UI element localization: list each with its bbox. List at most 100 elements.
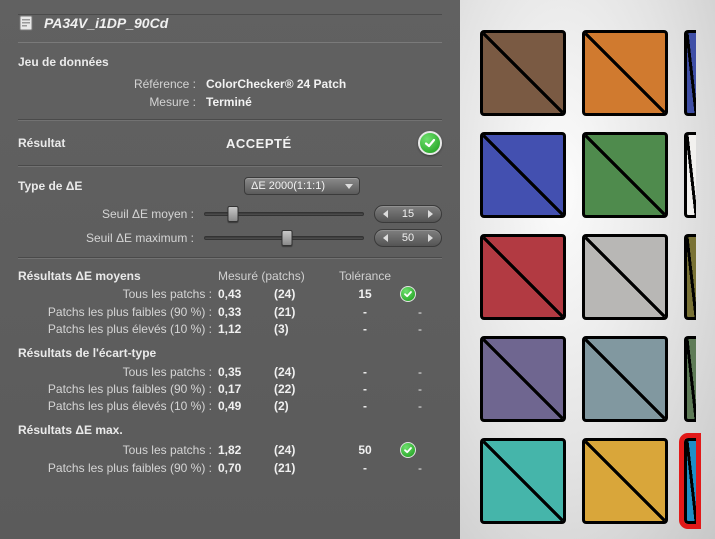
row-count: (24)	[274, 287, 330, 301]
row-label: Patchs les plus faibles (90 %) :	[18, 461, 218, 475]
measure-row: Mesure : Terminé	[18, 95, 442, 109]
avg-heading: Résultats ΔE moyens	[18, 269, 218, 283]
de-type-dropdown[interactable]: ΔE 2000(1:1:1)	[244, 177, 360, 195]
result-row: Patchs les plus élevés (10 %) :0,49(2)--	[18, 399, 442, 413]
color-swatch[interactable]	[684, 30, 696, 116]
document-title: PA34V_i1DP_90Cd	[44, 15, 168, 31]
stepper-increment-icon[interactable]	[428, 210, 433, 218]
properties-panel: PA34V_i1DP_90Cd Jeu de données Référence…	[0, 0, 460, 539]
row-tolerance: 15	[330, 287, 400, 301]
row-status	[400, 442, 440, 458]
row-measured: 0,70	[218, 461, 274, 475]
row-label: Patchs les plus faibles (90 %) :	[18, 305, 218, 319]
row-count: (22)	[274, 382, 330, 396]
row-measured: 0,43	[218, 287, 274, 301]
de-type-label: Type de ΔE	[18, 179, 196, 193]
max-heading: Résultats ΔE max.	[18, 423, 442, 437]
threshold-avg-row: Seuil ΔE moyen : 15	[18, 205, 442, 223]
row-measured: 0,35	[218, 365, 274, 379]
results-header-row: Résultats ΔE moyens Mesuré (patchs) Tolé…	[18, 269, 442, 283]
row-tolerance: -	[330, 365, 400, 379]
result-row: Tous les patchs :1,82(24)50	[18, 442, 442, 458]
row-label: Patchs les plus faibles (90 %) :	[18, 382, 218, 396]
de-type-row: Type de ΔE ΔE 2000(1:1:1)	[18, 177, 442, 195]
threshold-max-value: 50	[398, 232, 418, 244]
color-swatch[interactable]	[684, 438, 696, 524]
row-status: -	[400, 382, 440, 396]
color-swatch[interactable]	[480, 30, 566, 116]
threshold-avg-label: Seuil ΔE moyen :	[18, 207, 194, 221]
swatch-panel	[460, 0, 715, 539]
row-tolerance: 50	[330, 443, 400, 457]
row-count: (24)	[274, 443, 330, 457]
stepper-decrement-icon[interactable]	[383, 234, 388, 242]
check-small-icon	[400, 286, 416, 302]
color-swatch[interactable]	[480, 336, 566, 422]
threshold-avg-value: 15	[398, 208, 418, 220]
check-small-icon	[400, 442, 416, 458]
chevron-down-icon	[345, 184, 353, 189]
measure-label: Mesure :	[18, 95, 196, 109]
reference-row: Référence : ColorChecker® 24 Patch	[18, 77, 442, 91]
color-swatch[interactable]	[684, 234, 696, 320]
color-swatch[interactable]	[582, 30, 668, 116]
row-count: (2)	[274, 399, 330, 413]
row-measured: 0,17	[218, 382, 274, 396]
max-rows: Tous les patchs :1,82(24)50 Patchs les pl…	[18, 442, 442, 475]
row-label: Patchs les plus élevés (10 %) :	[18, 399, 218, 413]
color-swatch[interactable]	[480, 132, 566, 218]
color-swatch[interactable]	[480, 438, 566, 524]
threshold-max-stepper[interactable]: 50	[374, 229, 442, 247]
result-row: Patchs les plus élevés (10 %) :1,12(3)--	[18, 322, 442, 336]
row-tolerance: -	[330, 382, 400, 396]
stepper-decrement-icon[interactable]	[383, 210, 388, 218]
row-label: Tous les patchs :	[18, 365, 218, 379]
dataset-heading: Jeu de données	[18, 55, 442, 69]
row-tolerance: -	[330, 305, 400, 319]
row-status: -	[400, 399, 440, 413]
result-row: Tous les patchs :0,35(24)--	[18, 365, 442, 379]
measure-value: Terminé	[206, 95, 252, 109]
divider	[18, 257, 442, 259]
row-label: Tous les patchs :	[18, 287, 218, 301]
row-tolerance: -	[330, 322, 400, 336]
color-swatch[interactable]	[480, 234, 566, 320]
threshold-max-label: Seuil ΔE maximum :	[18, 231, 194, 245]
slider-thumb[interactable]	[228, 206, 239, 222]
row-count: (3)	[274, 322, 330, 336]
color-swatch[interactable]	[684, 132, 696, 218]
std-heading: Résultats de l'écart-type	[18, 346, 442, 360]
row-label: Patchs les plus élevés (10 %) :	[18, 322, 218, 336]
col-measured: Mesuré (patchs)	[218, 269, 330, 283]
row-status: -	[400, 365, 440, 379]
swatch-grid	[480, 30, 715, 524]
threshold-avg-slider[interactable]	[204, 212, 364, 216]
row-measured: 0,49	[218, 399, 274, 413]
color-swatch[interactable]	[582, 234, 668, 320]
row-count: (21)	[274, 461, 330, 475]
divider	[18, 119, 442, 121]
color-swatch[interactable]	[582, 438, 668, 524]
row-measured: 1,12	[218, 322, 274, 336]
threshold-max-row: Seuil ΔE maximum : 50	[18, 229, 442, 247]
row-measured: 0,33	[218, 305, 274, 319]
row-count: (24)	[274, 365, 330, 379]
color-swatch[interactable]	[684, 336, 696, 422]
title-bar: PA34V_i1DP_90Cd	[18, 14, 442, 43]
row-status: -	[400, 322, 440, 336]
row-measured: 1,82	[218, 443, 274, 457]
color-swatch[interactable]	[582, 132, 668, 218]
threshold-avg-stepper[interactable]: 15	[374, 205, 442, 223]
std-rows: Tous les patchs :0,35(24)--Patchs les pl…	[18, 365, 442, 413]
row-count: (21)	[274, 305, 330, 319]
row-label: Tous les patchs :	[18, 443, 218, 457]
document-icon	[18, 14, 36, 32]
slider-thumb[interactable]	[282, 230, 293, 246]
result-row: Résultat ACCEPTÉ	[18, 131, 442, 155]
avg-rows: Tous les patchs :0,43(24)15 Patchs les pl…	[18, 286, 442, 336]
threshold-max-slider[interactable]	[204, 236, 364, 240]
color-swatch[interactable]	[582, 336, 668, 422]
divider	[18, 165, 442, 167]
result-row: Patchs les plus faibles (90 %) :0,70(21)…	[18, 461, 442, 475]
stepper-increment-icon[interactable]	[428, 234, 433, 242]
